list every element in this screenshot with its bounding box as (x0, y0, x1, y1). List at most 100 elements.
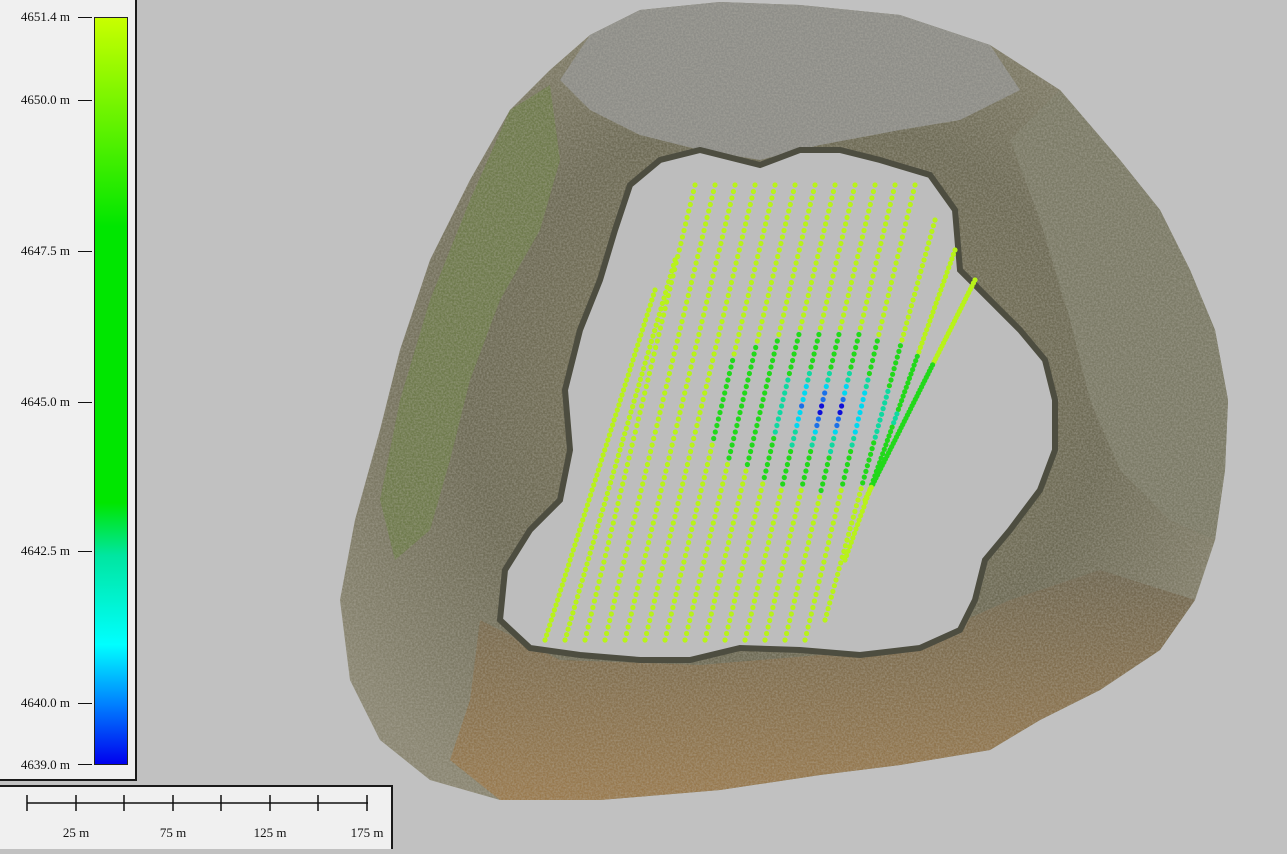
survey-point (760, 396, 766, 403)
survey-point (649, 442, 655, 448)
survey-point (627, 533, 633, 539)
survey-point (642, 360, 648, 366)
survey-point (753, 260, 759, 266)
survey-point (699, 234, 706, 240)
survey-point (718, 240, 724, 247)
survey-point (766, 208, 772, 214)
survey-point (784, 461, 791, 468)
survey-point (684, 461, 691, 468)
survey-point (628, 409, 634, 415)
survey-point (850, 357, 856, 364)
survey-point (912, 182, 918, 188)
survey-point (692, 182, 698, 188)
survey-point (624, 546, 630, 552)
survey-point (690, 604, 696, 611)
survey-point (863, 468, 869, 474)
survey-point (667, 286, 673, 292)
survey-point (742, 305, 748, 312)
survey-point (797, 494, 803, 500)
survey-point (829, 526, 835, 533)
survey-point (711, 598, 718, 604)
legend-tick (78, 17, 92, 18)
survey-point (703, 221, 709, 227)
survey-point (675, 253, 681, 260)
survey-point (677, 409, 683, 416)
survey-point (606, 485, 612, 491)
survey-point (777, 494, 783, 500)
survey-point (716, 247, 722, 253)
survey-point (578, 583, 584, 589)
survey-point (825, 292, 831, 299)
survey-point (573, 537, 580, 543)
survey-point (692, 429, 698, 435)
survey-point (852, 182, 858, 188)
survey-point (862, 305, 868, 312)
survey-point (668, 364, 674, 370)
survey-point (681, 312, 687, 318)
survey-point (601, 559, 607, 565)
survey-point (732, 266, 738, 273)
survey-point (787, 533, 793, 539)
survey-point (671, 598, 678, 604)
survey-point (650, 520, 656, 526)
survey-point (797, 409, 803, 416)
survey-point (678, 572, 684, 578)
survey-point (759, 318, 765, 325)
survey-point (752, 182, 758, 188)
survey-point (649, 297, 655, 303)
survey-point (790, 520, 796, 526)
survey-point (610, 520, 616, 526)
survey-point (650, 357, 656, 364)
survey-point (801, 474, 807, 481)
survey-point (858, 240, 864, 247)
survey-point (695, 500, 701, 507)
survey-point (832, 266, 838, 273)
survey-point (681, 474, 687, 481)
survey-point (855, 253, 861, 260)
survey-point (889, 195, 895, 201)
survey-point (625, 624, 631, 630)
survey-point (705, 624, 711, 630)
survey-point (858, 486, 864, 492)
survey-point (639, 371, 645, 377)
survey-point (693, 260, 699, 266)
survey-point (615, 452, 622, 458)
survey-point (712, 266, 718, 273)
survey-point (724, 214, 730, 221)
survey-point (801, 227, 807, 234)
survey-point (884, 437, 891, 443)
survey-point (794, 422, 800, 429)
scale-bar-ruler (26, 795, 368, 811)
map-viewport[interactable] (0, 0, 1287, 849)
survey-point (784, 630, 790, 637)
survey-point (635, 342, 641, 348)
survey-point (816, 247, 822, 253)
survey-point (857, 409, 863, 416)
survey-point (594, 472, 600, 478)
survey-point (772, 266, 778, 273)
survey-point (787, 201, 793, 208)
survey-point (728, 448, 734, 455)
survey-point (653, 507, 660, 513)
survey-point (709, 442, 715, 448)
survey-point (782, 637, 788, 643)
survey-point (847, 201, 853, 208)
survey-point (869, 195, 875, 201)
survey-point (637, 409, 643, 416)
survey-point (713, 344, 719, 351)
survey-point (799, 565, 805, 572)
survey-point (610, 422, 616, 428)
survey-point (872, 182, 878, 188)
survey-point (673, 591, 679, 598)
survey-point (789, 442, 795, 448)
survey-point (721, 559, 727, 565)
survey-point (562, 572, 569, 578)
survey-point (638, 487, 644, 494)
survey-point (744, 461, 751, 468)
survey-point (763, 221, 769, 227)
survey-point (919, 263, 926, 269)
survey-point (733, 591, 739, 598)
survey-point (773, 344, 779, 351)
survey-point (587, 550, 593, 556)
survey-point (710, 357, 716, 364)
